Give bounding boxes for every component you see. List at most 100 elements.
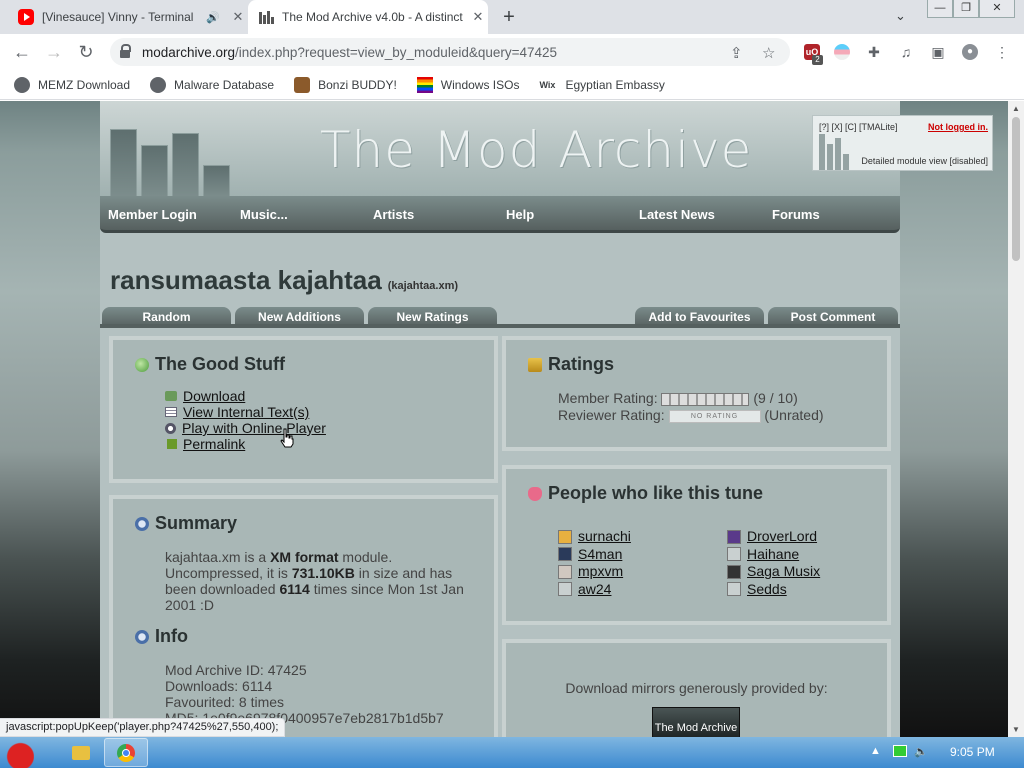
modarchive-page: The Mod Archive [?] [X] [C] [TMALite] No… xyxy=(100,101,993,737)
online-player-link[interactable]: Play with Online Player xyxy=(182,420,326,436)
bookmark-memz[interactable]: MEMZ Download xyxy=(14,76,130,93)
scroll-up-icon[interactable]: ▲ xyxy=(1012,104,1020,113)
user-link[interactable]: Sedds xyxy=(747,581,787,599)
not-logged-in-link[interactable]: Not logged in. xyxy=(928,122,988,132)
puzzle-extensions-icon[interactable]: ✚ xyxy=(866,44,882,60)
site-header: The Mod Archive [?] [X] [C] [TMALite] No… xyxy=(100,101,993,199)
new-tab-button[interactable]: + xyxy=(498,6,520,29)
media-queue-icon[interactable]: ♫ xyxy=(898,44,914,60)
site-logo[interactable]: The Mod Archive xyxy=(320,121,752,179)
detailed-view-label: Detailed module view [disabled] xyxy=(861,156,988,166)
user-link[interactable]: Saga Musix xyxy=(747,563,820,581)
info-icon xyxy=(135,516,149,531)
explorer-icon[interactable] xyxy=(66,738,96,767)
user-link[interactable]: mpxvm xyxy=(578,563,623,581)
scroll-down-icon[interactable]: ▼ xyxy=(1012,725,1020,734)
summary-heading: Summary xyxy=(135,513,237,534)
subnav-divider xyxy=(100,324,900,328)
side-panel-icon[interactable]: ▣ xyxy=(930,44,946,60)
windows-flag-icon xyxy=(416,76,433,93)
nav-latest-news[interactable]: Latest News xyxy=(639,207,715,222)
close-tab-icon[interactable]: ✕ xyxy=(468,9,488,25)
view-options[interactable]: [?] [X] [C] [TMALite] xyxy=(819,122,898,132)
user-link[interactable]: S4man xyxy=(578,546,622,564)
chrome-taskbar-icon[interactable] xyxy=(104,738,148,767)
tray-expand-icon[interactable]: ▲ xyxy=(870,745,881,757)
bookmark-bonzi[interactable]: Bonzi BUDDY! xyxy=(294,76,397,93)
login-status-box: [?] [X] [C] [TMALite] Not logged in. Det… xyxy=(812,115,993,171)
tab-vinesauce[interactable]: [Vinesauce] Vinny - Terminal 🔊 ✕ xyxy=(10,0,248,34)
tab-modarchive[interactable]: The Mod Archive v4.0b - A distinct ✕ xyxy=(248,0,488,34)
restore-button[interactable]: ❐ xyxy=(953,0,979,18)
menu-kebab-icon[interactable]: ⋮ xyxy=(994,44,1010,60)
bookmark-windows-isos[interactable]: Windows ISOs xyxy=(416,76,519,93)
module-filename: (kajahtaa.xm) xyxy=(387,280,459,292)
extension-badge: 2 xyxy=(812,55,823,65)
bookmark-malware-database[interactable]: Malware Database xyxy=(150,76,274,93)
nav-help[interactable]: Help xyxy=(506,207,534,222)
good-stuff-heading: The Good Stuff xyxy=(135,354,285,375)
url-text[interactable]: modarchive.org/index.php?request=view_by… xyxy=(142,45,557,60)
mirror-logo[interactable]: The Mod Archive xyxy=(652,707,740,737)
nav-artists[interactable]: Artists xyxy=(373,207,414,222)
tab-title: The Mod Archive v4.0b - A distinct xyxy=(282,10,463,24)
bookmarks-bar: MEMZ Download Malware Database Bonzi BUD… xyxy=(0,70,1024,100)
taskbar-clock[interactable]: 9:05 PM xyxy=(950,745,995,759)
people-heading: People who like this tune xyxy=(528,483,763,504)
avatar xyxy=(558,529,572,544)
profile-avatar-icon[interactable]: ● xyxy=(962,44,978,60)
modarchive-icon xyxy=(258,9,274,25)
trans-flag-extension-icon[interactable] xyxy=(834,44,850,60)
minimize-button[interactable]: — xyxy=(927,0,953,18)
taskbar: ▲ 🔈 9:05 PM xyxy=(0,737,1024,768)
battery-icon[interactable] xyxy=(893,745,907,757)
download-link[interactable]: Download xyxy=(183,388,245,404)
people-right-column: DroverLord Haihane Saga Musix Sedds xyxy=(727,528,820,598)
avatar xyxy=(558,564,572,579)
avatar xyxy=(558,582,572,597)
mirrors-text: Download mirrors generously provided by: xyxy=(565,680,828,696)
close-window-button[interactable]: ✕ xyxy=(979,0,1015,18)
green-orb-icon xyxy=(135,357,149,372)
permalink-link[interactable]: Permalink xyxy=(183,436,245,452)
forward-arrow-icon[interactable]: → xyxy=(42,41,66,65)
reload-icon[interactable]: ↻ xyxy=(74,41,98,65)
lock-icon[interactable] xyxy=(120,44,131,58)
tab-search-chevron-icon[interactable]: ⌄ xyxy=(895,8,906,24)
tab-title: [Vinesauce] Vinny - Terminal xyxy=(42,10,194,24)
bookmark-egyptian-embassy[interactable]: Wix Egyptian Embassy xyxy=(539,78,664,92)
summary-text: kajahtaa.xm is a XM format module. Uncom… xyxy=(165,549,464,613)
user-link[interactable]: aw24 xyxy=(578,581,611,599)
user-link[interactable]: surnachi xyxy=(578,528,631,546)
bonzi-icon xyxy=(294,76,311,93)
hand-cursor-icon xyxy=(280,428,294,448)
back-arrow-icon[interactable]: ← xyxy=(10,41,34,65)
share-icon[interactable]: ⇪ xyxy=(730,44,743,62)
angry-bird-start-icon[interactable] xyxy=(4,738,48,768)
scroll-thumb[interactable] xyxy=(1012,117,1020,261)
speaker-icon[interactable]: 🔊 xyxy=(206,11,222,24)
user-link[interactable]: Haihane xyxy=(747,546,799,564)
volume-icon[interactable]: 🔈 xyxy=(914,745,928,758)
nav-member-login[interactable]: Member Login xyxy=(108,207,197,222)
user-link[interactable]: DroverLord xyxy=(747,528,817,546)
avatar xyxy=(727,529,741,544)
close-tab-icon[interactable]: ✕ xyxy=(228,9,248,25)
reviewer-rating-row: Reviewer Rating: NO RATING (Unrated) xyxy=(558,407,824,423)
page-scrollbar[interactable]: ▲ ▼ xyxy=(1008,101,1024,737)
link-status-bubble: javascript:popUpKeep('player.php?47425%2… xyxy=(0,718,286,737)
avatar xyxy=(727,564,741,579)
nav-forums[interactable]: Forums xyxy=(772,207,820,222)
member-rating-bar xyxy=(661,392,750,406)
member-rating-row: Member Rating: (9 / 10) xyxy=(558,390,798,406)
avatar xyxy=(727,547,741,562)
address-bar[interactable]: modarchive.org/index.php?request=view_by… xyxy=(110,38,790,66)
wix-icon: Wix xyxy=(539,79,556,90)
mirrors-panel: Download mirrors generously provided by:… xyxy=(502,639,891,737)
tab-strip: [Vinesauce] Vinny - Terminal 🔊 ✕ The Mod… xyxy=(0,0,1024,34)
bookmark-star-icon[interactable]: ☆ xyxy=(762,44,775,62)
play-icon xyxy=(165,422,176,434)
view-internal-text-link[interactable]: View Internal Text(s) xyxy=(183,404,309,420)
no-rating-badge: NO RATING xyxy=(668,409,761,423)
nav-music[interactable]: Music... xyxy=(240,207,288,222)
